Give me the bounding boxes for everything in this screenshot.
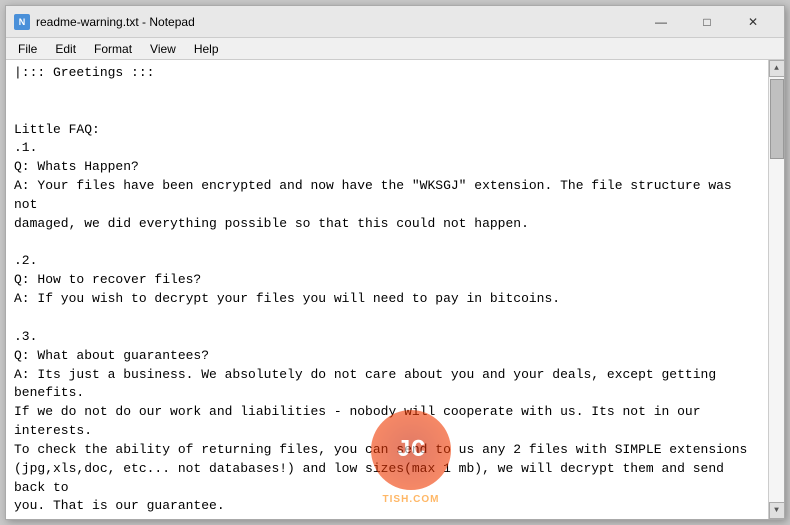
- title-bar: N readme-warning.txt - Notepad — □ ✕: [6, 6, 784, 38]
- scrollbar-thumb[interactable]: [770, 79, 784, 159]
- menu-edit[interactable]: Edit: [47, 40, 84, 58]
- menu-help[interactable]: Help: [186, 40, 227, 58]
- close-button[interactable]: ✕: [730, 6, 776, 38]
- minimize-button[interactable]: —: [638, 6, 684, 38]
- maximize-button[interactable]: □: [684, 6, 730, 38]
- window-title: readme-warning.txt - Notepad: [36, 15, 638, 29]
- app-icon: N: [14, 14, 30, 30]
- menu-file[interactable]: File: [10, 40, 45, 58]
- notepad-window: N readme-warning.txt - Notepad — □ ✕ Fil…: [5, 5, 785, 520]
- scrollbar-track[interactable]: [769, 77, 785, 502]
- scroll-down-button[interactable]: ▼: [769, 502, 785, 519]
- content-area: |::: Greetings ::: Little FAQ: .1. Q: Wh…: [6, 60, 784, 519]
- menu-bar: File Edit Format View Help: [6, 38, 784, 60]
- text-editor[interactable]: |::: Greetings ::: Little FAQ: .1. Q: Wh…: [6, 60, 768, 519]
- scrollbar[interactable]: ▲ ▼: [768, 60, 784, 519]
- menu-format[interactable]: Format: [86, 40, 140, 58]
- scroll-up-button[interactable]: ▲: [769, 60, 785, 77]
- menu-view[interactable]: View: [142, 40, 184, 58]
- window-controls: — □ ✕: [638, 6, 776, 38]
